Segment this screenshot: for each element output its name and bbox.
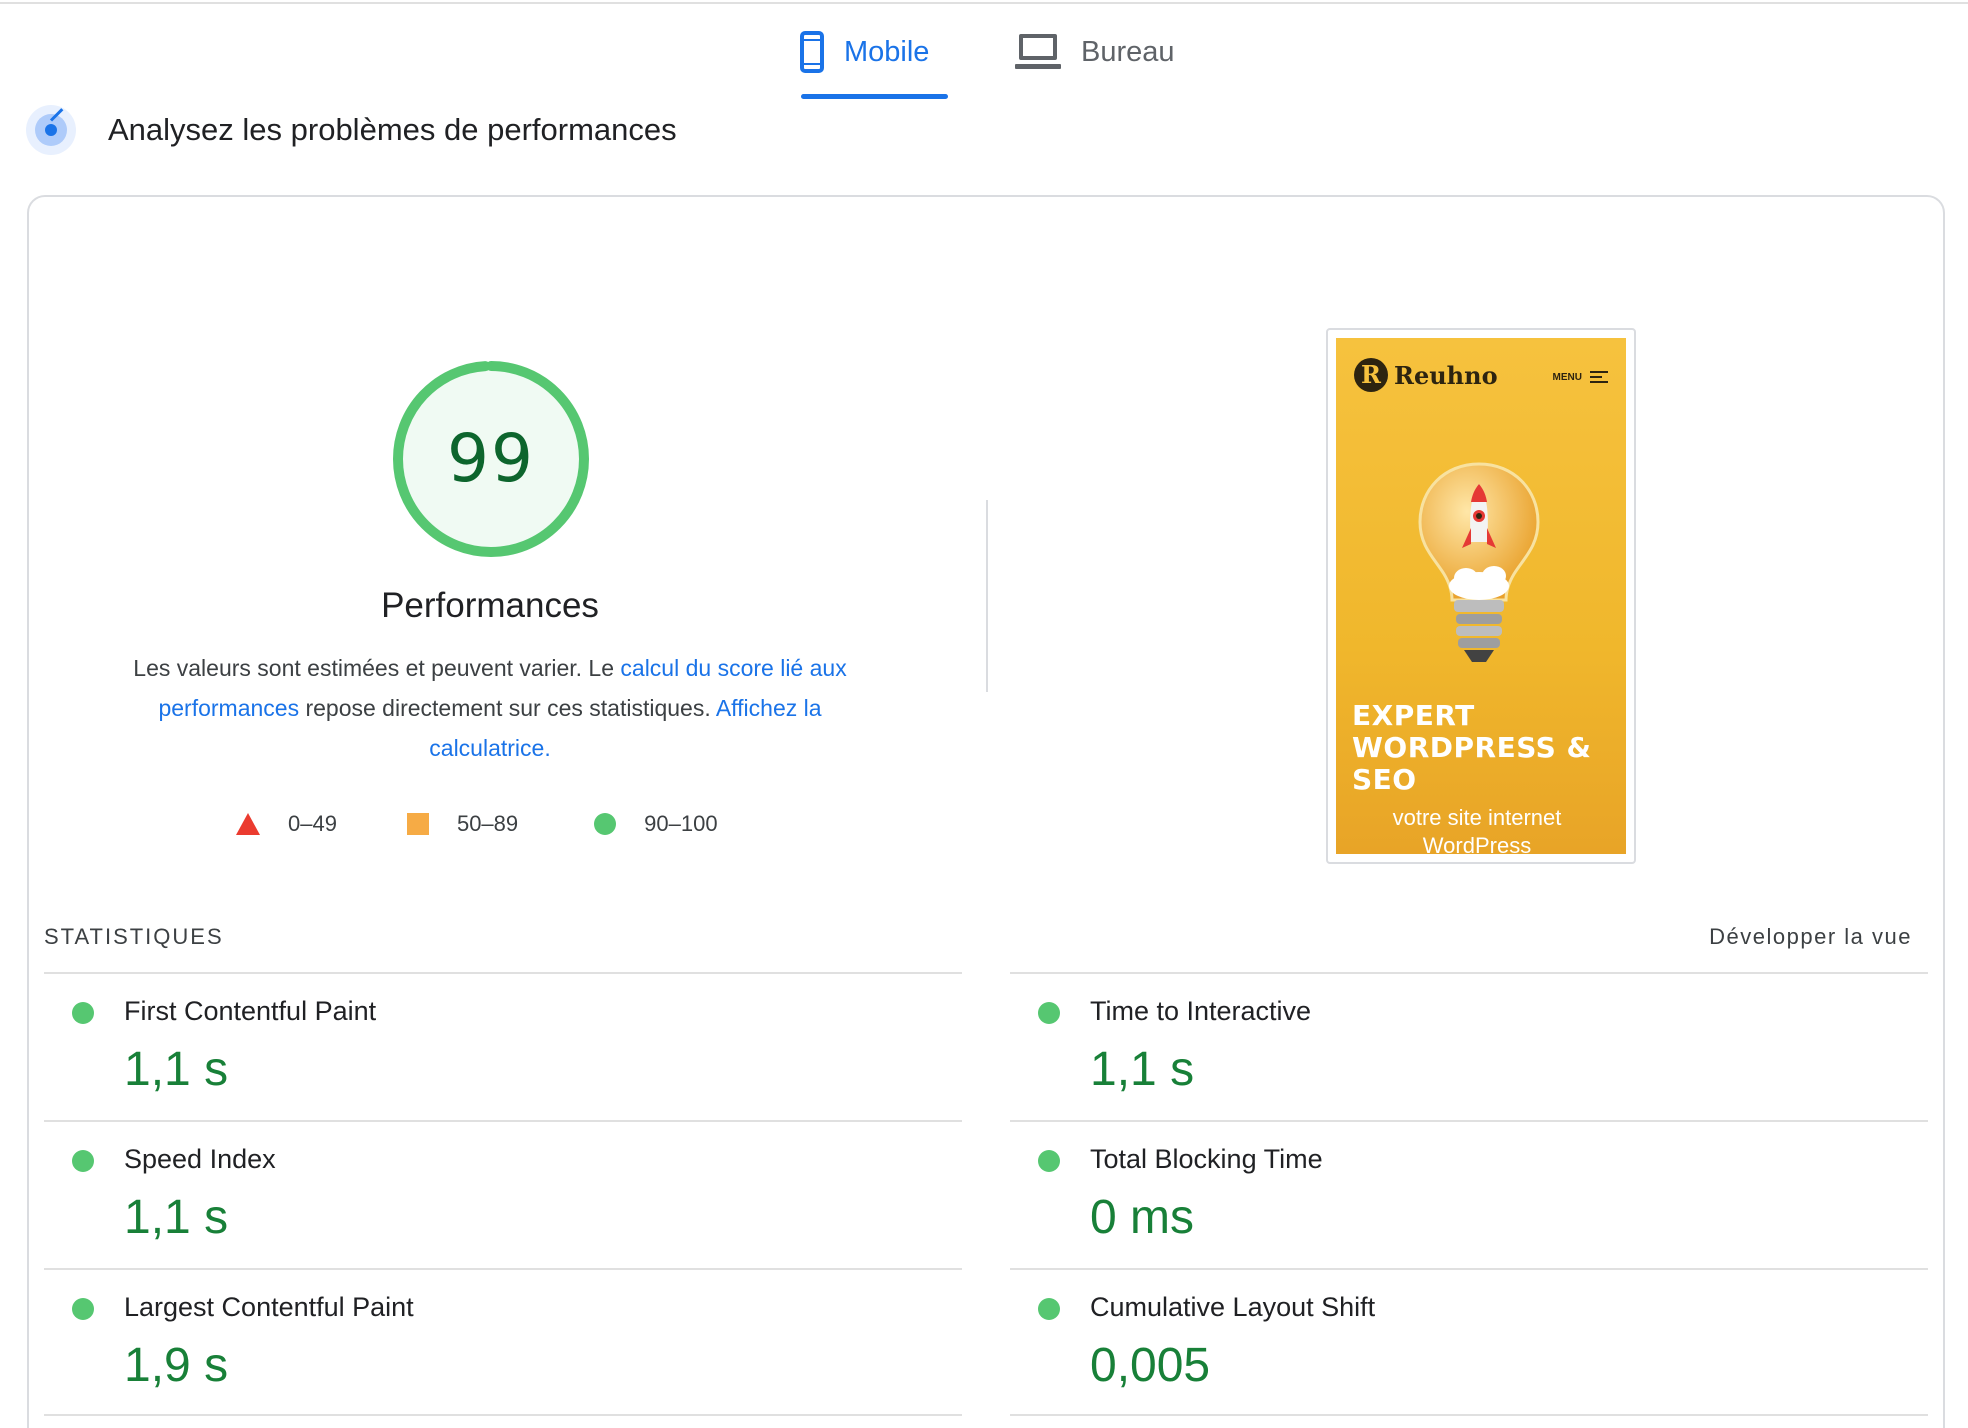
metric-first-contentful-paint: First Contentful Paint 1,1 s <box>44 972 962 1120</box>
stats-heading: STATISTIQUES <box>44 924 224 949</box>
metric-label: Largest Contentful Paint <box>124 1292 414 1322</box>
tab-mobile-label: Mobile <box>844 36 930 68</box>
tab-mobile[interactable]: Mobile <box>800 28 950 100</box>
circle-icon <box>594 813 617 835</box>
metric-speed-index: Speed Index 1,1 s <box>44 1120 962 1268</box>
legend-item-average: 50–89 <box>406 811 519 837</box>
legend-label-average: 50–89 <box>456 811 519 836</box>
metric-label: First Contentful Paint <box>124 996 377 1026</box>
metrics-bottom-divider <box>44 1414 962 1416</box>
metric-time-to-interactive: Time to Interactive 1,1 s <box>1010 972 1928 1120</box>
metric-total-blocking-time: Total Blocking Time 0 ms <box>1010 1120 1928 1268</box>
legend-label-good: 90–100 <box>644 811 718 836</box>
metric-label: Total Blocking Time <box>1090 1144 1323 1174</box>
metric-cumulative-layout-shift: Cumulative Layout Shift 0,005 <box>1010 1268 1928 1416</box>
pass-circle-icon <box>1038 1150 1060 1172</box>
tab-desktop[interactable]: Bureau <box>1015 28 1185 100</box>
metric-label: Cumulative Layout Shift <box>1090 1292 1376 1322</box>
pass-circle-icon <box>1038 1002 1060 1024</box>
triangle-icon <box>236 813 260 835</box>
site-logo: R Reuhno <box>1354 358 1498 392</box>
section-header: Analysez les problèmes de performances <box>26 104 677 156</box>
screenshot-content: R Reuhno MENU EXPERT WORDPRESS & SEO vot… <box>1336 338 1626 854</box>
phone-icon <box>800 31 824 73</box>
gauge-title: Performances <box>381 586 599 625</box>
metric-largest-contentful-paint: Largest Contentful Paint 1,9 s <box>44 1268 962 1416</box>
metric-label: Speed Index <box>124 1144 276 1174</box>
device-tabs: Mobile Bureau <box>0 0 1968 100</box>
lightbulb-rocket-illustration <box>1418 462 1540 662</box>
site-headline: EXPERT WORDPRESS & SEO <box>1352 699 1592 796</box>
pass-circle-icon <box>1038 1298 1060 1320</box>
laptop-icon <box>1015 34 1061 74</box>
site-logo-text: Reuhno <box>1394 360 1498 390</box>
page-screenshot[interactable]: R Reuhno MENU EXPERT WORDPRESS & SEO vot… <box>1326 328 1636 864</box>
legend-label-poor: 0–49 <box>288 811 337 836</box>
site-subline: votre site internet WordPress <box>1392 805 1562 854</box>
description-text-1: Les valeurs sont estimées et peuvent var… <box>133 655 621 681</box>
metric-value: 1,9 s <box>124 1339 229 1392</box>
metric-value: 0,005 <box>1090 1339 1211 1392</box>
metric-value: 1,1 s <box>1090 1043 1195 1096</box>
tab-desktop-label: Bureau <box>1081 36 1175 68</box>
expand-view-button[interactable]: Développer la vue <box>1709 924 1912 950</box>
metrics-bottom-divider <box>1010 1414 1928 1416</box>
legend-item-poor: 0–49 <box>236 811 337 837</box>
pass-circle-icon <box>72 1002 94 1024</box>
metric-value: 1,1 s <box>124 1043 229 1096</box>
vertical-divider <box>986 500 988 692</box>
pass-circle-icon <box>72 1150 94 1172</box>
metric-label: Time to Interactive <box>1090 996 1312 1026</box>
site-menu: MENU <box>1553 368 1608 386</box>
score-description: Les valeurs sont estimées et peuvent var… <box>110 648 870 768</box>
pass-circle-icon <box>72 1298 94 1320</box>
hamburger-icon <box>1590 368 1608 386</box>
pagespeed-report: Mobile Bureau Analysez les problèmes de … <box>0 0 1968 1428</box>
performance-score: 99 <box>447 420 535 497</box>
metric-value: 0 ms <box>1090 1191 1195 1244</box>
score-legend: 0–49 50–89 90–100 <box>236 808 718 840</box>
legend-item-good: 90–100 <box>594 811 718 837</box>
square-icon <box>406 813 429 835</box>
description-text-2: repose directement sur ces statistiques. <box>299 695 716 721</box>
metric-value: 1,1 s <box>124 1191 229 1244</box>
performance-gauge: 99 <box>392 360 590 558</box>
radar-icon <box>26 105 76 155</box>
section-title: Analysez les problèmes de performances <box>108 112 677 147</box>
active-tab-indicator <box>801 94 948 99</box>
site-logo-mark: R <box>1354 358 1388 392</box>
site-menu-label: MENU <box>1552 371 1582 383</box>
